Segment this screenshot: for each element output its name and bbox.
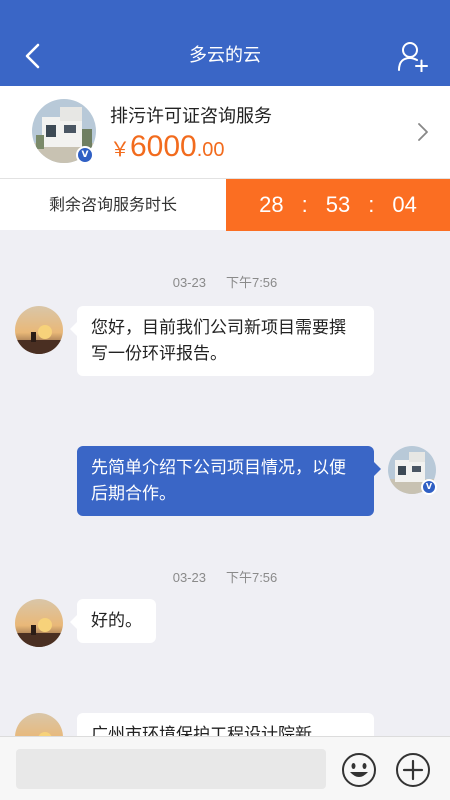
more-actions-button[interactable] — [394, 751, 432, 789]
message-input[interactable] — [16, 749, 326, 789]
service-card[interactable]: V 排污许可证咨询服务 ￥6000.00 — [0, 86, 450, 178]
service-name: 排污许可证咨询服务 — [110, 106, 272, 127]
emoji-icon — [342, 753, 376, 787]
contact-avatar[interactable] — [15, 306, 63, 354]
verified-badge: V — [421, 479, 437, 495]
timer-separator: : — [301, 192, 308, 217]
sunset-avatar-icon — [15, 599, 63, 647]
message-timestamp: 03-23 下午7:56 — [0, 272, 450, 291]
timer-hours: 28 — [259, 192, 284, 217]
incoming-message-bubble[interactable]: 您好，目前我们公司新项目需要撰写一份环评报告。 — [70, 306, 374, 376]
timestamp-time: 下午7:56 — [225, 570, 278, 585]
incoming-message-bubble[interactable]: 好的。 — [70, 599, 156, 643]
timestamp-date: 03-23 — [172, 570, 206, 585]
price-decimal: .00 — [196, 139, 225, 161]
verified-badge: V — [76, 146, 94, 164]
timestamp-time: 下午7:56 — [225, 275, 278, 290]
consult-timer-bar: 剩余咨询服务时长 28 : 53 : 04 — [0, 178, 450, 231]
countdown-clock: 28 : 53 : 04 — [226, 179, 450, 231]
timer-separator: : — [368, 192, 375, 217]
emoji-button[interactable] — [340, 751, 378, 789]
add-user-button[interactable] — [396, 38, 430, 74]
chevron-right-icon — [418, 123, 428, 141]
outgoing-message-bubble[interactable]: 先简单介绍下公司项目情况，以便后期合作。 — [77, 446, 381, 516]
message-composer — [0, 736, 450, 800]
timestamp-date: 03-23 — [172, 275, 206, 290]
service-price: ￥6000.00 — [110, 130, 225, 164]
plus-icon — [396, 753, 430, 787]
sunset-avatar-icon — [15, 306, 63, 354]
message-timestamp: 03-23 下午7:56 — [0, 567, 450, 586]
price-currency: ￥ — [110, 139, 130, 161]
timer-minutes: 53 — [325, 192, 351, 217]
page-title: 多云的云 — [189, 45, 261, 66]
timer-label: 剩余咨询服务时长 — [48, 195, 177, 214]
timer-seconds: 04 — [392, 192, 417, 217]
contact-avatar[interactable] — [15, 599, 63, 647]
price-integer: 6000 — [130, 130, 197, 163]
top-bar: 多云的云 — [0, 0, 450, 86]
add-user-icon — [398, 42, 428, 72]
